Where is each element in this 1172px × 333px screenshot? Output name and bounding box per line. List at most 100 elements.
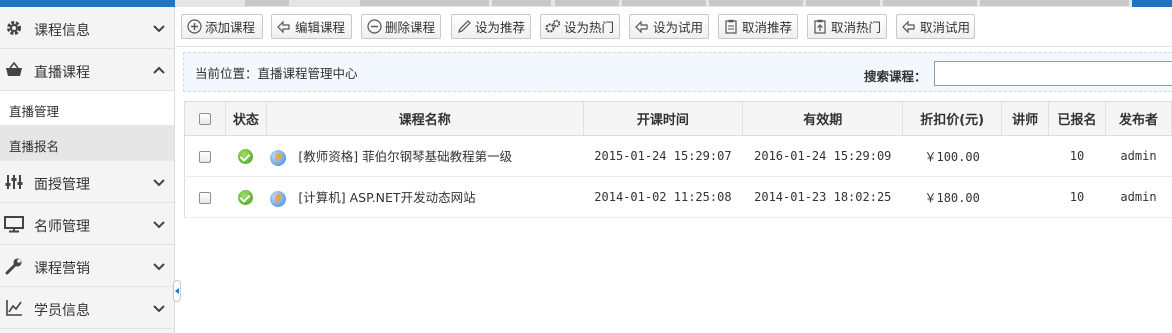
trial-icon [634, 19, 650, 35]
table-row[interactable]: [计算机] ASP.NET开发动态网站 2014-01-02 11:25:08 … [184, 176, 1172, 218]
top-tab[interactable] [883, 0, 978, 6]
delete-course-button[interactable]: 删除课程 [361, 14, 441, 39]
pencil-icon [456, 19, 472, 35]
cancel-recommend-label: 取消推荐 [742, 20, 793, 35]
delete-course-label: 删除课程 [385, 20, 436, 35]
clipboard-icon [723, 19, 739, 35]
enrolled-cell: 10 [1048, 135, 1106, 177]
select-all-header [184, 101, 226, 136]
sidebar-item-label: 名师管理 [34, 219, 90, 235]
row-select-cell [184, 135, 226, 177]
top-tab-strip [0, 0, 1172, 7]
cancel-trial-button[interactable]: 取消试用 [896, 14, 975, 39]
trial-cancel-icon [901, 19, 917, 35]
cancel-recommend-button[interactable]: 取消推荐 [718, 14, 798, 39]
sliders-icon [4, 172, 24, 192]
add-course-button[interactable]: 添加课程 [181, 14, 263, 39]
course-name[interactable]: [计算机] ASP.NET开发动态网站 [298, 190, 475, 205]
search-input[interactable] [934, 61, 1172, 86]
location-bar: 当前位置：直播课程管理中心 搜索课程： [183, 52, 1172, 92]
chevron-down-icon [153, 179, 165, 187]
chart-icon [4, 298, 24, 318]
price-cell: ￥100.00 [902, 135, 1002, 177]
edit-course-button[interactable]: 编辑课程 [271, 14, 352, 39]
column-header-name: 课程名称 [266, 101, 584, 136]
start-time-cell: 2015-01-24 15:29:07 [583, 135, 743, 177]
column-header-validity: 有效期 [742, 101, 904, 136]
sidebar-item-marketing[interactable]: 课程营销 [0, 245, 174, 287]
status-cell [225, 176, 267, 218]
top-tab[interactable] [245, 0, 290, 6]
sidebar: 课程信息 直播课程 直播管理 直播报名 面授管理 名师管理 课程营销 学员信息 [0, 7, 175, 333]
sidebar-item-label: 直播课程 [34, 65, 90, 81]
set-trial-button[interactable]: 设为试用 [629, 14, 709, 39]
top-accent-bar [0, 0, 175, 7]
globe-icon [270, 149, 287, 166]
course-name-cell: [计算机] ASP.NET开发动态网站 [266, 176, 583, 218]
wrench-icon [4, 256, 24, 276]
top-tab[interactable] [360, 0, 490, 6]
sidebar-collapse-handle[interactable] [173, 280, 181, 302]
sidebar-item-label: 学员信息 [34, 303, 90, 319]
toolbar: 添加课程 编辑课程 删除课程 设为推荐 设为热门 设为试用 取消推荐 取消热门 … [175, 7, 1172, 47]
teacher-cell [1001, 176, 1049, 218]
status-ok-icon [238, 189, 254, 205]
top-tab[interactable] [492, 0, 552, 6]
validity-cell: 2014-01-23 18:02:25 [742, 176, 903, 218]
teacher-cell [1001, 135, 1049, 177]
set-hot-button[interactable]: 设为热门 [540, 14, 620, 39]
sidebar-subitem-label: 直播报名 [9, 139, 60, 154]
basket-icon [4, 60, 24, 80]
row-checkbox[interactable] [199, 150, 212, 163]
top-tab[interactable] [709, 0, 804, 6]
course-name[interactable]: [教师资格] 菲伯尔钢琴基础教程第一级 [298, 149, 512, 164]
publisher-cell: admin [1105, 176, 1172, 218]
top-tab[interactable] [806, 0, 881, 6]
course-name-cell: [教师资格] 菲伯尔钢琴基础教程第一级 [266, 135, 583, 177]
cancel-hot-button[interactable]: 取消热门 [807, 14, 887, 39]
top-tab[interactable] [622, 0, 707, 6]
clipboard-up-icon [812, 19, 828, 35]
status-ok-icon [238, 148, 254, 164]
top-tab[interactable] [980, 0, 1130, 6]
chevron-down-icon [153, 25, 165, 33]
table-header-row: 状态 课程名称 开课时间 有效期 折扣价(元) 讲师 已报名 发布者 [184, 101, 1172, 136]
edit-course-label: 编辑课程 [295, 20, 346, 35]
sidebar-item-label: 课程营销 [34, 261, 90, 277]
sidebar-item-offline-courses[interactable]: 面授管理 [0, 161, 174, 203]
enrolled-cell: 10 [1048, 176, 1106, 218]
publisher-cell: admin [1105, 135, 1172, 177]
select-all-checkbox[interactable] [198, 112, 211, 125]
sidebar-item-course-info[interactable]: 课程信息 [0, 7, 174, 49]
add-course-label: 添加课程 [205, 20, 256, 35]
table-row[interactable]: [教师资格] 菲伯尔钢琴基础教程第一级 2015-01-24 15:29:07 … [184, 135, 1172, 177]
sidebar-item-teachers[interactable]: 名师管理 [0, 203, 174, 245]
sidebar-subitem-live-manage[interactable]: 直播管理 [0, 91, 174, 126]
column-header-enrolled: 已报名 [1048, 101, 1106, 136]
gears-icon [545, 19, 561, 35]
set-recommend-button[interactable]: 设为推荐 [451, 14, 531, 39]
validity-cell: 2016-01-24 15:29:09 [742, 135, 903, 177]
top-tab[interactable] [555, 0, 620, 6]
search-label: 搜索课程： [864, 69, 927, 84]
set-hot-label: 设为热门 [564, 20, 615, 35]
sidebar-item-label: 课程信息 [34, 23, 90, 39]
monitor-icon [4, 214, 24, 234]
set-trial-label: 设为试用 [653, 20, 704, 35]
add-icon [186, 19, 202, 35]
set-recommend-label: 设为推荐 [475, 20, 526, 35]
column-header-price: 折扣价(元) [902, 101, 1003, 136]
row-checkbox[interactable] [199, 191, 212, 204]
sidebar-item-label: 面授管理 [34, 177, 90, 193]
chevron-down-icon [153, 305, 165, 313]
remove-icon [366, 19, 382, 35]
chevron-down-icon [153, 263, 165, 271]
sidebar-subitem-live-signup[interactable]: 直播报名 [0, 126, 174, 161]
sidebar-item-students[interactable]: 学员信息 [0, 287, 174, 329]
chevron-up-icon [153, 66, 165, 74]
sidebar-item-live-courses[interactable]: 直播课程 [0, 49, 174, 91]
column-header-publisher: 发布者 [1105, 101, 1172, 136]
cancel-hot-label: 取消热门 [831, 20, 882, 35]
price-cell: ￥180.00 [902, 176, 1002, 218]
top-accent-bar [1132, 0, 1172, 7]
